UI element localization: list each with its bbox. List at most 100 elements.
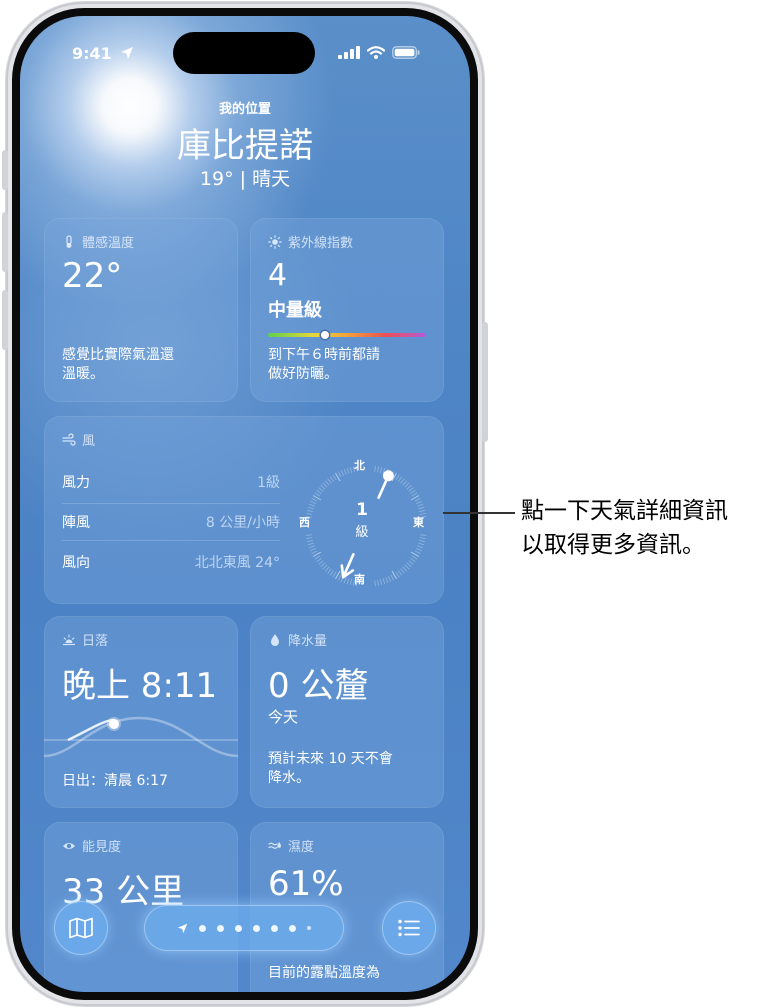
compass-tick	[411, 492, 418, 497]
compass-tick	[374, 580, 377, 587]
action-button	[2, 150, 8, 190]
compass-tick	[306, 539, 314, 543]
compass-tick	[395, 571, 400, 578]
compass-tick	[346, 578, 350, 585]
compass-tick	[417, 503, 424, 507]
compass-tick	[400, 478, 405, 484]
precipitation-card[interactable]: 降水量 0 公釐 今天 預計未來 10 天不會 降水。	[250, 616, 444, 808]
visibility-title: 能見度	[62, 836, 121, 855]
location-page-indicator[interactable]	[144, 905, 344, 951]
page-dot	[271, 924, 278, 932]
uv-scale-bar	[268, 333, 426, 337]
uv-desc-2: 做好防曬。	[268, 366, 338, 382]
compass-tick	[408, 560, 414, 565]
compass-tick	[395, 474, 400, 481]
compass-center-number: 1	[356, 500, 368, 520]
compass-tick	[314, 492, 321, 497]
sun-path-graph	[44, 716, 238, 758]
compass-tick	[324, 480, 330, 486]
feels-like-value: 22°	[62, 256, 123, 296]
compass-tick	[343, 577, 347, 584]
sunset-card[interactable]: 日落 晚上 8:11 日出：清晨 6:17	[44, 616, 238, 808]
map-icon	[69, 917, 93, 939]
compass-center-unit: 級	[355, 525, 369, 540]
compass-tick	[329, 476, 335, 482]
sun-marker	[109, 719, 119, 729]
compass-tick	[406, 484, 412, 490]
compass-tick	[327, 478, 332, 484]
compass-tick	[417, 545, 424, 549]
needle-tail-circle	[382, 470, 394, 482]
compass-tick	[320, 484, 326, 490]
battery-icon	[392, 46, 420, 59]
status-time: 9:41	[72, 44, 112, 63]
compass-tick	[306, 536, 313, 540]
compass-tick	[337, 574, 342, 581]
uv-index-card[interactable]: 紫外線指數 4 中量級 到下午６時前都請 做好防曬。	[250, 218, 444, 402]
compass-tick	[376, 466, 380, 473]
sunset-title-text: 日落	[82, 634, 109, 649]
wind-row-gust: 陣風 8 公里/小時	[62, 504, 280, 540]
page-dot	[235, 924, 242, 932]
compass-tick	[327, 568, 332, 574]
uv-title: 紫外線指數	[268, 232, 353, 251]
compass-tick	[382, 578, 386, 585]
compass-tick	[318, 560, 324, 565]
compass-tick	[310, 500, 316, 505]
compass-west: 西	[299, 516, 310, 529]
compass-tick	[374, 465, 377, 472]
status-icons	[338, 46, 420, 59]
sunset-time: 晚上 8:11	[62, 666, 218, 706]
wind-gust-value: 8 公里/小時	[205, 515, 280, 531]
wind-row-speed: 風力 1級	[62, 464, 280, 500]
compass-tick	[410, 557, 416, 563]
compass-tick	[416, 547, 422, 552]
uv-scale-indicator	[320, 331, 329, 339]
precipitation-desc-2: 降水。	[268, 770, 310, 786]
compass-tick	[414, 550, 421, 555]
humidity-value: 61%	[268, 864, 344, 904]
feels-like-card[interactable]: 體感溫度 22° 感覺比實際氣溫還 溫暖。	[44, 218, 238, 402]
compass-tick	[387, 576, 392, 582]
compass-tick	[332, 474, 337, 481]
uv-level: 中量級	[268, 300, 322, 321]
city-list-button[interactable]	[382, 901, 436, 955]
sunset-title: 日落	[62, 630, 108, 649]
compass-tick	[418, 539, 426, 543]
compass-north: 北	[354, 459, 365, 472]
compass-tick	[346, 467, 350, 474]
sunset-icon	[63, 633, 75, 645]
compass-tick	[376, 579, 380, 586]
compass-tick	[316, 489, 322, 495]
feels-like-title-text: 體感溫度	[82, 236, 135, 251]
city-name: 庫比提諾	[177, 126, 313, 166]
wind-card[interactable]: 風 風力 1級 陣風 8 公里/小時 風向 北北東風 24° 北 南 東 西 1…	[44, 416, 444, 604]
compass-tick	[318, 487, 324, 492]
compass-tick	[414, 497, 421, 502]
dynamic-island	[173, 32, 315, 74]
compass-tick	[311, 550, 318, 555]
compass-tick	[419, 536, 426, 540]
compass-tick	[400, 568, 405, 574]
compass-tick	[385, 577, 389, 584]
precipitation-title-text: 降水量	[288, 634, 328, 649]
compass-tick	[314, 555, 321, 560]
wind-row-divider	[62, 540, 280, 541]
compass-tick	[307, 506, 314, 510]
page-dot-small	[307, 926, 311, 930]
precipitation-title: 降水量	[268, 630, 327, 649]
humidity-desc: 目前的露點溫度為	[268, 965, 380, 981]
compass-tick	[349, 466, 353, 474]
map-button[interactable]	[54, 901, 108, 955]
humidity-title: 濕度	[268, 836, 314, 855]
feels-like-desc-1: 感覺比實際氣溫還	[62, 347, 174, 363]
callout-text: 點一下天氣詳細資訊 以取得更多資訊。	[521, 493, 728, 561]
compass-tick	[418, 542, 425, 546]
compass-tick	[390, 574, 395, 581]
compass-tick	[308, 503, 315, 507]
compass-tick	[329, 570, 335, 576]
compass-tick	[322, 564, 328, 570]
volume-up-button	[2, 212, 8, 272]
precipitation-period: 今天	[268, 708, 299, 726]
compass-tick	[349, 578, 353, 586]
